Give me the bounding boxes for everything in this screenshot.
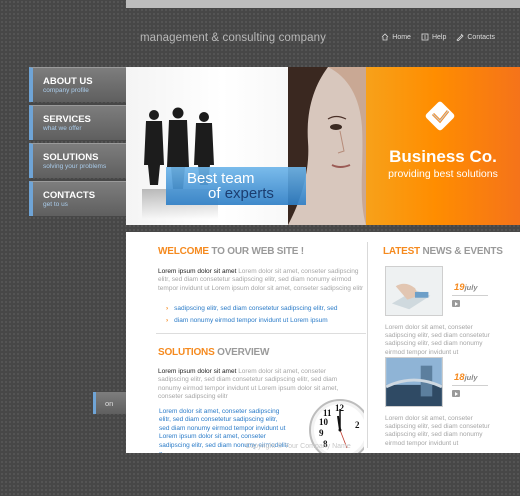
news-more-button[interactable] [452, 300, 460, 307]
solutions-lead: Lorem ipsum dolor sit amet [158, 368, 237, 375]
sidebar-item-subtitle: solving your problems [43, 163, 107, 170]
hero-banner: Best team of experts Business Co. provid… [126, 67, 520, 225]
sidebar-item-services[interactable]: SERVICES what we offer [29, 105, 126, 140]
news-day: 18 [454, 372, 465, 383]
welcome-heading-highlight: WELCOME [158, 246, 209, 257]
column-divider [367, 242, 368, 448]
business-team-image [142, 107, 218, 219]
sidebar-item-solutions[interactable]: SOLUTIONS solving your problems [29, 143, 126, 178]
welcome-lead: Lorem ipsum dolor sit amet [158, 268, 237, 275]
nav-home-label: Home [392, 33, 411, 41]
sidebar-item-subtitle: get to us [43, 201, 68, 208]
solutions-heading-rest: OVERVIEW [214, 347, 270, 358]
sidebar-item-title: SERVICES [43, 114, 91, 125]
nav-contacts-link[interactable]: Contacts [456, 33, 495, 41]
sidebar-item-title: ABOUT US [43, 76, 93, 87]
news-heading-rest: NEWS & EVENTS [419, 246, 503, 257]
news-day: 19 [454, 282, 465, 293]
solutions-heading-highlight: SOLUTIONS [158, 347, 215, 358]
date-underline [452, 295, 488, 296]
svg-text:11: 11 [323, 408, 332, 418]
sidebar-item-title: SOLUTIONS [43, 152, 99, 163]
help-icon [421, 33, 429, 41]
news-thumbnail[interactable] [385, 357, 443, 407]
news-heading-highlight: LATEST [383, 246, 420, 257]
side-tab-on[interactable]: on [93, 392, 126, 414]
news-date: 19july [454, 282, 478, 293]
sidebar-item-about-us[interactable]: ABOUT US company profile [29, 67, 126, 102]
welcome-paragraph: Lorem ipsum dolor sit amet Lorem dolor s… [158, 268, 366, 293]
section-divider [156, 333, 366, 334]
footer-copyright: Copyright © Your Company Name [245, 443, 351, 450]
brand-panel: Business Co. providing best solutions [366, 67, 520, 225]
list-item[interactable]: diam nonumy eirmod tempor invidunt ut Lo… [166, 315, 337, 327]
nav-help-link[interactable]: Help [421, 33, 446, 41]
news-image-handshake [386, 267, 442, 315]
news-more-button[interactable] [452, 390, 460, 397]
list-item[interactable]: sadipscing elitr, sed diam consetetur sa… [166, 303, 337, 315]
svg-text:10: 10 [319, 417, 329, 427]
news-month: july [464, 283, 478, 292]
sidebar-menu: ABOUT US company profile SERVICES what w… [29, 67, 126, 219]
brand-subtitle: providing best solutions [388, 168, 498, 180]
svg-text:9: 9 [319, 428, 324, 438]
sidebar-item-title: CONTACTS [43, 190, 96, 201]
main-content: WELCOME TO OUR WEB SITE ! Lorem ipsum do… [126, 232, 520, 453]
welcome-heading: WELCOME TO OUR WEB SITE ! [158, 246, 304, 257]
hero-tagline-line2: of experts [208, 185, 274, 202]
company-logo-icon [425, 101, 455, 131]
date-underline [452, 385, 488, 386]
news-month: july [464, 373, 478, 382]
news-image-building [385, 358, 443, 406]
news-heading: LATEST NEWS & EVENTS [383, 246, 503, 257]
top-navigation: Home Help Contacts [381, 33, 495, 41]
contacts-icon [456, 33, 464, 41]
news-thumbnail[interactable] [385, 266, 443, 316]
hero-tagline-emphasis: experts [224, 185, 274, 202]
hero-tagline-prefix: of [208, 185, 225, 202]
top-bar [126, 0, 520, 8]
nav-contacts-label: Contacts [467, 33, 495, 41]
nav-help-label: Help [431, 33, 447, 41]
news-date: 18july [454, 372, 478, 383]
sidebar-item-subtitle: what we offer [43, 125, 82, 132]
welcome-bullet-list: sadipscing elitr, sed diam consetetur sa… [166, 303, 337, 327]
solutions-heading: SOLUTIONS OVERVIEW [158, 347, 269, 358]
site-tagline: management & consulting company [140, 32, 326, 44]
home-icon [381, 33, 389, 41]
sidebar-item-subtitle: company profile [43, 87, 89, 94]
sidebar-item-contacts[interactable]: CONTACTS get to us [29, 181, 126, 216]
welcome-heading-rest: TO OUR WEB SITE ! [208, 246, 304, 257]
brand-title: Business Co. [389, 147, 497, 166]
svg-text:2: 2 [355, 420, 360, 430]
nav-home-link[interactable]: Home [381, 33, 411, 41]
news-text: Lorem dolor sit amet, conseter sadipscin… [385, 324, 490, 356]
